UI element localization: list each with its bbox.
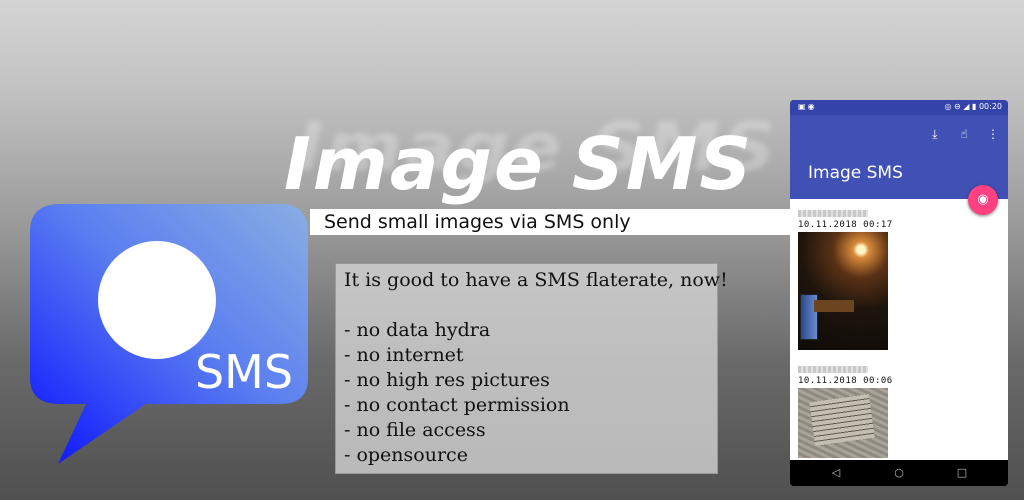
signal-icon: ◢ bbox=[963, 102, 970, 111]
status-right: ◎ ⊖ ◢ ▮ 00:20 bbox=[945, 102, 1003, 111]
logo-text: SMS bbox=[195, 345, 293, 399]
sender-redacted bbox=[798, 210, 868, 217]
camera-icon: ◉ bbox=[977, 192, 989, 207]
download-icon[interactable]: ⤓ bbox=[926, 125, 944, 143]
image-icon: ▣ bbox=[798, 102, 808, 111]
features-intro: It is good to have a SMS flaterate, now! bbox=[344, 269, 728, 291]
share-icon[interactable]: ☝ bbox=[955, 125, 973, 143]
message-image[interactable] bbox=[798, 388, 888, 458]
feature-item: - no file access bbox=[344, 419, 486, 441]
message-time: 10.11.2018 00:06 bbox=[798, 376, 893, 386]
recents-icon[interactable]: □ bbox=[952, 465, 972, 481]
app-bar-actions: ⤓ ☝ ⋮ bbox=[920, 123, 1002, 143]
battery-icon: ▮ bbox=[971, 102, 977, 111]
camera-fab[interactable]: ◉ bbox=[968, 185, 998, 215]
message-image[interactable] bbox=[798, 232, 888, 350]
message-time: 10.11.2018 00:17 bbox=[798, 220, 893, 230]
nav-bar: ◁ ○ □ bbox=[790, 460, 1008, 486]
features-box: It is good to have a SMS flaterate, now!… bbox=[335, 263, 728, 474]
record-icon: ◉ bbox=[807, 102, 817, 111]
feature-item: - no high res pictures bbox=[344, 369, 550, 391]
image-detail bbox=[814, 300, 854, 312]
banner-subtitle: Send small images via SMS only bbox=[324, 211, 631, 233]
feature-item: - opensource bbox=[344, 444, 468, 466]
status-time: 00:20 bbox=[978, 102, 1002, 111]
status-bar: ▣◉ ◎ ⊖ ◢ ▮ 00:20 bbox=[790, 100, 1008, 115]
image-detail bbox=[809, 394, 875, 446]
phone-screenshot: ▣◉ ◎ ⊖ ◢ ▮ 00:20 ⤓ ☝ ⋮ Image SMS 10.11.2… bbox=[790, 100, 1008, 486]
sender-redacted bbox=[798, 366, 868, 373]
feature-item: - no contact permission bbox=[344, 394, 570, 416]
features-spacer bbox=[344, 293, 709, 318]
status-left-icons: ▣◉ bbox=[798, 102, 817, 111]
dnd-icon: ⊖ bbox=[954, 102, 961, 111]
message-list[interactable]: 10.11.2018 00:17 10.11.2018 00:06 bbox=[790, 199, 1008, 460]
banner-title: Image SMS bbox=[284, 122, 754, 206]
back-icon[interactable]: ◁ bbox=[826, 465, 846, 481]
feature-item: - no data hydra bbox=[344, 319, 491, 341]
app-logo: SMS bbox=[28, 202, 310, 464]
more-vert-icon[interactable]: ⋮ bbox=[984, 125, 1002, 143]
list-item[interactable]: 10.11.2018 00:17 bbox=[798, 210, 893, 350]
hotspot-icon: ◎ bbox=[944, 102, 952, 111]
home-icon[interactable]: ○ bbox=[889, 465, 909, 481]
list-item[interactable]: 10.11.2018 00:06 bbox=[798, 366, 893, 458]
feature-item: - no internet bbox=[344, 344, 464, 366]
app-title: Image SMS bbox=[808, 163, 903, 183]
speech-bubble-icon: SMS bbox=[30, 204, 308, 464]
subtitle-bar: Send small images via SMS only bbox=[310, 209, 810, 235]
